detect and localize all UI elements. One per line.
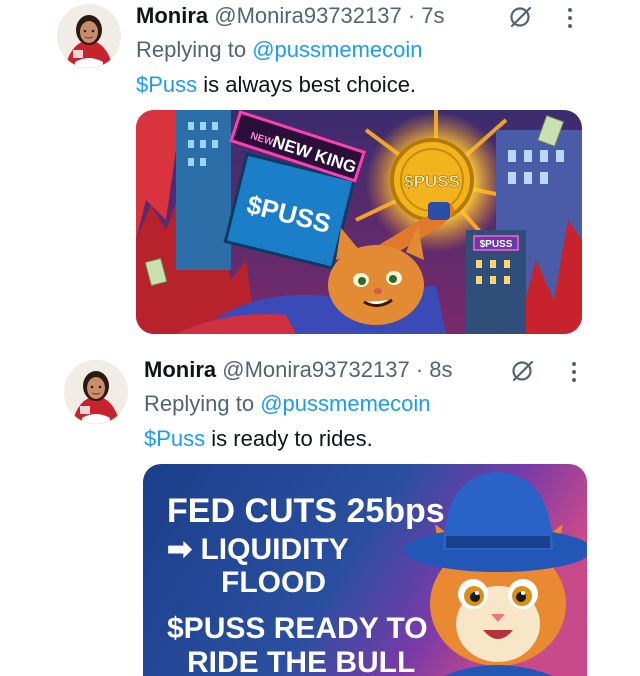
replying-to: Replying to @pussmemecoin [136,36,423,64]
tweet-header: Monira @Monira93732137 · 8s [144,356,453,384]
more-dots-icon[interactable] [570,360,578,384]
grok-icon[interactable] [510,358,536,384]
tweet-text: $Puss is always best choice. [136,71,416,99]
poster-line-5: RIDE THE BULL [187,646,415,676]
timestamp[interactable]: 8s [429,357,452,382]
avatar[interactable] [64,360,128,424]
grok-icon[interactable] [508,4,534,30]
tweet-header: Monira @Monira93732137 · 7s [136,2,445,30]
replying-label: Replying to [136,37,247,62]
cashtag-link[interactable]: $Puss [144,426,205,451]
user-handle[interactable]: @Monira93732137 [214,3,401,28]
poster-line-4: $PUSS READY TO [167,612,428,645]
tweet-text: $Puss is ready to rides. [144,425,373,453]
display-name[interactable]: Monira [144,357,216,382]
tweet-1[interactable]: Monira @Monira93732137 · 7s Replying to … [0,0,640,340]
more-dots-icon[interactable] [566,6,574,30]
tweet-image[interactable]: $PUSS NEW NEW KING $PUSS $PUSS [136,110,582,334]
replying-to: Replying to @pussmemecoin [144,390,431,418]
sign-text: $PUSS [480,239,513,250]
poster-line-3: FLOOD [221,566,326,599]
timestamp[interactable]: 7s [421,3,444,28]
display-name[interactable]: Monira [136,3,208,28]
tweet-image[interactable]: FED CUTS 25bps ➡ LIQUIDITY FLOOD $PUSS R… [143,464,587,676]
replying-label: Replying to [144,391,255,416]
mention-link[interactable]: @pussmemecoin [260,391,430,416]
tweet-2[interactable]: Monira @Monira93732137 · 8s Replying to … [0,340,640,676]
mention-link[interactable]: @pussmemecoin [252,37,422,62]
user-handle[interactable]: @Monira93732137 [222,357,409,382]
coin-text: $PUSS [404,172,460,191]
separator-dot: · [415,357,424,382]
cashtag-link[interactable]: $Puss [136,72,197,97]
poster-line-2: ➡ LIQUIDITY [167,533,349,566]
tweet-body: is always best choice. [203,72,417,97]
tweet-body: is ready to rides. [211,426,373,451]
separator-dot: · [407,3,416,28]
poster-line-1: FED CUTS 25bps [167,492,445,530]
avatar[interactable] [57,4,121,68]
